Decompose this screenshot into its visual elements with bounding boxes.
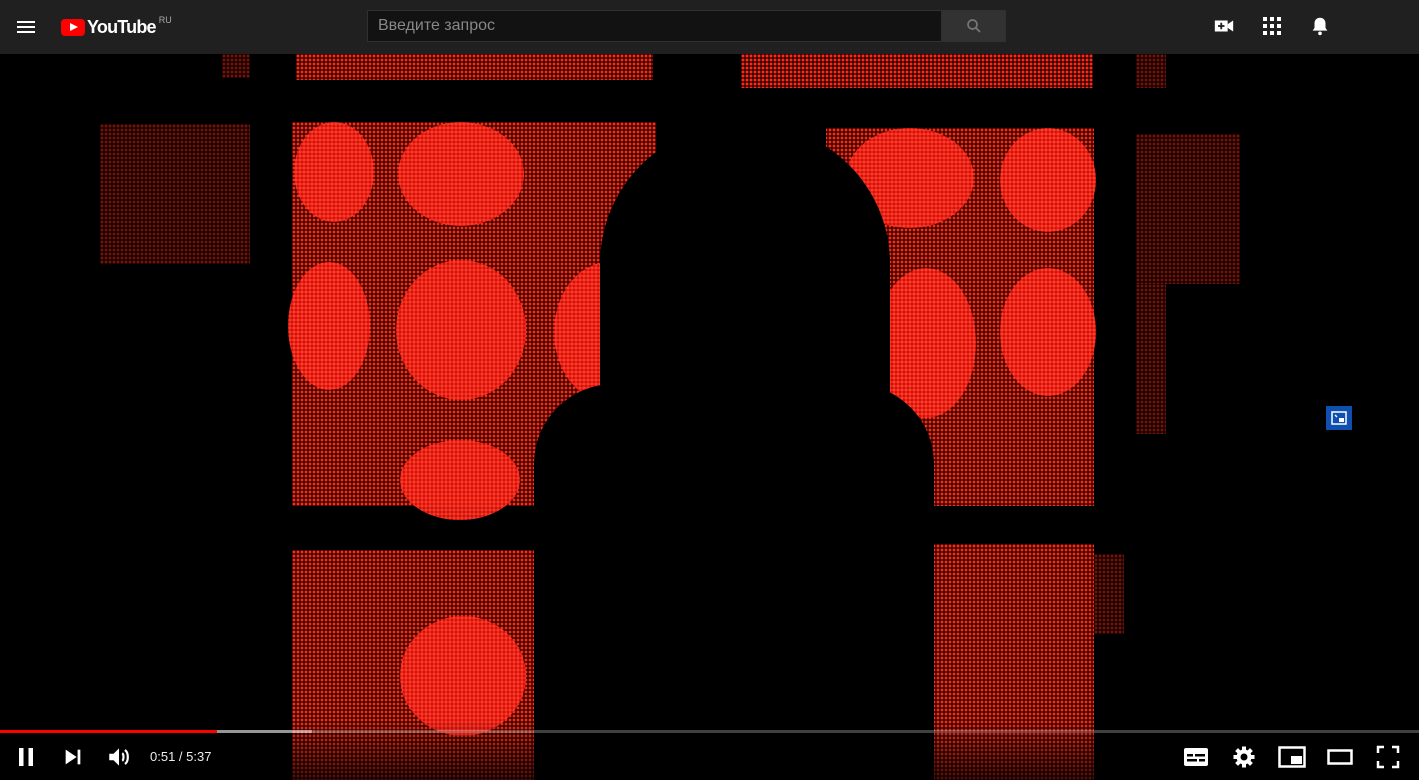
duration: 5:37 xyxy=(186,749,212,764)
apps-button[interactable] xyxy=(1260,14,1284,38)
video-light-panel xyxy=(1136,134,1240,284)
search-input[interactable]: Введите запрос xyxy=(367,10,942,42)
miniplayer-button[interactable] xyxy=(1276,741,1308,773)
miniplayer-icon xyxy=(1278,746,1306,768)
next-button[interactable] xyxy=(57,741,89,773)
picture-in-picture-icon xyxy=(1331,411,1347,425)
search-button[interactable] xyxy=(942,10,1006,42)
progress-played xyxy=(0,730,218,733)
create-video-icon xyxy=(1214,20,1234,32)
fullscreen-button[interactable] xyxy=(1372,741,1404,773)
create-button[interactable] xyxy=(1212,14,1236,38)
pause-icon xyxy=(19,748,33,766)
youtube-logo[interactable]: YouTube RU xyxy=(61,15,172,38)
menu-icon xyxy=(17,21,35,33)
youtube-play-icon xyxy=(61,18,85,36)
video-light-panel xyxy=(100,124,250,264)
current-time: 0:51 xyxy=(150,749,176,764)
video-light-panel xyxy=(222,54,250,78)
theater-mode-icon xyxy=(1327,749,1353,765)
apps-grid-icon xyxy=(1263,17,1281,35)
video-light-panel xyxy=(741,54,1093,88)
masthead: YouTube RU Введите запрос xyxy=(0,0,1419,54)
bell-icon xyxy=(1312,17,1328,36)
fullscreen-icon xyxy=(1376,745,1400,769)
volume-button[interactable] xyxy=(103,741,135,773)
video-frame[interactable] xyxy=(0,54,1419,780)
time-display: 0:51 / 5:37 xyxy=(150,749,212,764)
video-light-panel xyxy=(1094,554,1124,634)
theater-mode-button[interactable] xyxy=(1324,741,1356,773)
pause-button[interactable] xyxy=(10,741,42,773)
menu-button[interactable] xyxy=(12,13,40,41)
progress-bar[interactable] xyxy=(0,730,1419,733)
subtitles-icon xyxy=(1184,748,1208,766)
region-code: RU xyxy=(158,15,172,25)
video-light-panel xyxy=(1136,54,1166,88)
picture-in-picture-button[interactable] xyxy=(1326,406,1352,430)
person-silhouette-top xyxy=(656,114,826,154)
search-icon xyxy=(967,19,981,33)
video-light-panel xyxy=(296,54,653,80)
volume-icon xyxy=(109,748,129,766)
logo-wordmark: YouTube xyxy=(87,17,157,37)
gear-icon xyxy=(1233,746,1255,768)
subtitles-button[interactable] xyxy=(1180,741,1212,773)
notifications-button[interactable] xyxy=(1308,14,1332,38)
settings-button[interactable] xyxy=(1228,741,1260,773)
next-icon xyxy=(65,749,81,765)
video-light-panel xyxy=(1136,284,1166,434)
